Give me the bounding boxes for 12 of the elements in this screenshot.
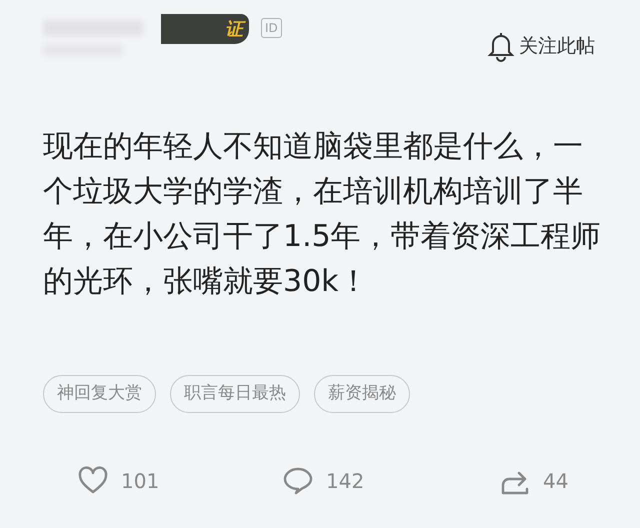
like-button[interactable]: 101 <box>77 465 282 497</box>
topic-tag[interactable]: 神回复大赏 <box>43 375 156 413</box>
share-button[interactable]: 44 <box>499 465 589 497</box>
bell-icon <box>487 30 515 62</box>
follow-button[interactable]: 关注此帖 <box>487 30 595 62</box>
verified-badge: 证 <box>161 14 249 44</box>
post-text: 现在的年轻人不知道脑袋里都是什么，一个垃圾大学的学渣，在培训机构培训了半年，在小公司干了1.5年，带着资深工程师的光环，张嘴就要30k！ <box>43 128 602 301</box>
topic-tag[interactable]: 薪资揭秘 <box>314 375 410 413</box>
speech-bubble-icon <box>282 465 314 497</box>
id-tag: ID <box>261 18 282 38</box>
comment-button[interactable]: 142 <box>282 465 499 497</box>
topic-tag[interactable]: 职言每日最热 <box>170 375 300 413</box>
